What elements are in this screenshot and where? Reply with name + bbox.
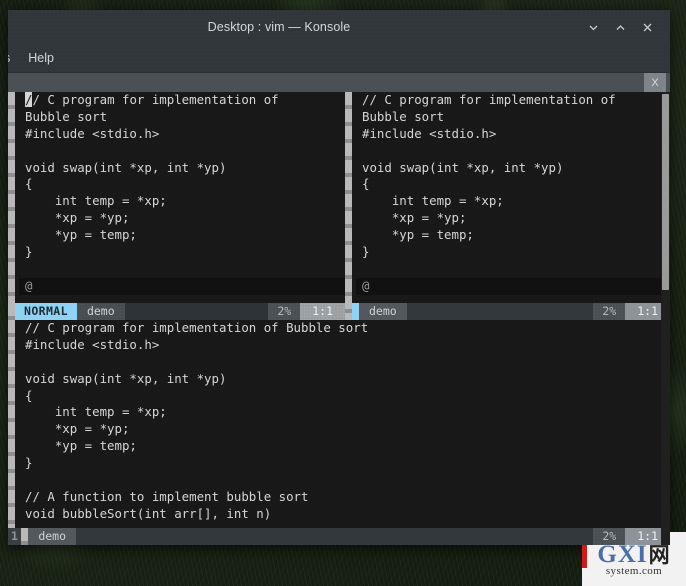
code-line: #include <stdio.h>	[362, 125, 497, 141]
code-line: *xp = *yp;	[25, 210, 130, 226]
chevron-down-icon	[589, 25, 597, 30]
terminal-scrollbar[interactable]	[661, 92, 670, 545]
code-line: *yp = temp;	[25, 227, 137, 243]
code-line: int temp = *xp;	[25, 404, 167, 420]
minimize-button[interactable]	[584, 18, 602, 36]
code-line: *yp = temp;	[362, 227, 474, 243]
pane-top-left-body: // C program for implementation of Bubbl…	[8, 92, 345, 303]
pane-top-right-text: // C program for implementation of Bubbl…	[352, 92, 670, 303]
statusline-mode-badge: NORMAL	[15, 303, 77, 320]
vim-statusline-top-left: NORMAL demo 2% 1:1	[8, 303, 345, 320]
statusline-filename: demo	[359, 303, 407, 320]
code-line: // C program for implementation of	[362, 92, 616, 107]
window-titlebar[interactable]: Desktop : vim — Konsole	[8, 10, 670, 44]
pane-bottom-text: // C program for implementation of Bubbl…	[15, 320, 670, 528]
pane-top-left-text: // C program for implementation of Bubbl…	[15, 92, 345, 303]
watermark-subtitle: system.com	[605, 564, 663, 577]
statusline-filename: demo	[28, 528, 77, 545]
code-line: void swap(int *xp, int *yp)	[25, 370, 227, 386]
maximize-button[interactable]	[611, 18, 629, 36]
code-line: // C program for implementation of Bubbl…	[25, 320, 369, 335]
menu-item-clipped[interactable]: s	[8, 48, 19, 68]
statusline-edge-accent	[352, 303, 359, 320]
code-line-continuation-marker: @	[356, 277, 670, 295]
code-line-text: / C program for implementation of	[32, 92, 279, 107]
code-line-filler	[19, 261, 345, 278]
code-line: #include <stdio.h>	[25, 125, 160, 141]
statusline-gap	[124, 303, 269, 320]
vim-statusline-bottom: 1 demo 2% 1:1	[8, 528, 670, 545]
statusline-gap	[76, 528, 594, 545]
pane-bottom-body: // C program for implementation of Bubbl…	[8, 320, 670, 528]
code-line-continuation-marker: @	[19, 277, 345, 295]
vim-session: // C program for implementation of Bubbl…	[8, 92, 670, 545]
terminal-area[interactable]: // C program for implementation of Bubbl…	[8, 92, 670, 545]
statusline-gap	[406, 303, 594, 320]
statusline-edge-separator	[21, 528, 29, 545]
window-controls	[584, 18, 670, 36]
statusline-filename: demo	[76, 303, 125, 320]
code-line: #include <stdio.h>	[25, 336, 160, 352]
code-line: void bubbleSort(int arr[], int n)	[25, 505, 272, 521]
code-line: }	[25, 244, 33, 260]
code-line: {	[362, 176, 370, 192]
code-line: *yp = temp;	[25, 438, 137, 454]
code-line: Bubble sort	[362, 108, 445, 124]
statusline-position: 1:1	[300, 303, 345, 320]
code-line: {	[25, 176, 33, 192]
vim-statusline-top-right: demo 2% 1:1	[352, 303, 670, 320]
vim-top-split-row: // C program for implementation of Bubbl…	[8, 92, 670, 320]
statusline-percent: 2%	[593, 303, 626, 320]
statusline-percent: 2%	[593, 528, 626, 545]
chevron-up-icon	[616, 24, 624, 30]
code-line: {	[25, 387, 33, 403]
code-line: int temp = *xp;	[362, 193, 504, 209]
pane-bottom-gutter-separator	[8, 320, 15, 528]
menubar: s Help	[8, 44, 670, 72]
vim-pane-bottom[interactable]: // C program for implementation of Bubbl…	[8, 320, 670, 545]
watermark-gxi: GXI	[597, 540, 648, 568]
terminal-scrollbar-thumb[interactable]	[662, 94, 669, 290]
close-button[interactable]	[638, 18, 656, 36]
tab-close-button[interactable]: X	[644, 73, 666, 92]
statusline-percent: 2%	[268, 303, 301, 320]
tab-bar: X	[8, 72, 670, 92]
konsole-window: Desktop : vim — Konsole s Help	[8, 10, 670, 545]
window-title: Desktop : vim — Konsole	[207, 20, 351, 34]
code-line: }	[25, 455, 33, 471]
pane-left-gutter-separator	[8, 92, 15, 303]
code-line: void swap(int *xp, int *yp)	[25, 159, 227, 175]
code-line: *xp = *yp;	[25, 421, 130, 437]
code-line-filler	[356, 261, 670, 278]
code-line: void swap(int *xp, int *yp)	[362, 159, 564, 175]
vim-vertical-split-separator	[345, 92, 352, 320]
code-line: int temp = *xp;	[25, 193, 167, 209]
code-line: *xp = *yp;	[362, 210, 467, 226]
code-line-cursor: // C program for implementation of	[19, 92, 345, 109]
vim-pane-top-right[interactable]: // C program for implementation of Bubbl…	[352, 92, 670, 320]
code-line: }	[362, 244, 370, 260]
statusline-left-number: 1	[8, 528, 22, 545]
vim-pane-top-left[interactable]: // C program for implementation of Bubbl…	[8, 92, 345, 320]
code-line: Bubble sort	[25, 108, 108, 124]
pane-top-right-body: // C program for implementation of Bubbl…	[352, 92, 670, 303]
close-icon	[643, 23, 651, 31]
statusline-edge-separator	[8, 303, 15, 320]
menu-item-help[interactable]: Help	[19, 48, 63, 68]
code-line: // A function to implement bubble sort	[25, 488, 309, 504]
